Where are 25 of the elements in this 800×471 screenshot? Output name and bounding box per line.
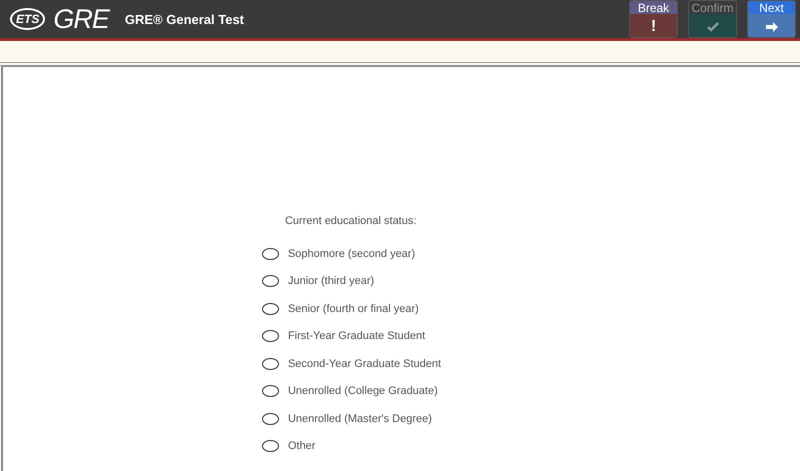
option-label: Sophomore (second year) <box>288 248 416 260</box>
radio-button[interactable] <box>262 358 279 370</box>
next-button[interactable]: Next <box>747 0 796 38</box>
radio-button[interactable] <box>262 302 279 315</box>
arrow-icon <box>764 20 778 32</box>
option-label: Unenrolled (Master's Degree) <box>288 412 432 425</box>
radio-button[interactable] <box>262 248 279 260</box>
radio-button[interactable] <box>262 440 279 452</box>
radio-button[interactable] <box>262 385 279 398</box>
exclamation-icon: ! <box>630 16 677 37</box>
radio-button[interactable] <box>262 275 279 288</box>
option-label: Other <box>288 440 316 452</box>
test-title: GRE® General Test <box>124 12 244 26</box>
checkmark-icon <box>706 22 718 32</box>
break-button[interactable]: Break ! <box>629 0 678 38</box>
ets-logo: ETS <box>10 8 46 30</box>
option-label: Senior (fourth or final year) <box>288 302 419 315</box>
radio-button[interactable] <box>262 330 279 342</box>
option-label: Unenrolled (College Graduate) <box>288 385 438 398</box>
option-label: Junior (third year) <box>288 275 374 288</box>
gre-logo: GRE <box>53 4 109 34</box>
option-label: Second-Year Graduate Student <box>288 358 442 370</box>
question-prompt: Current educational status: <box>284 215 418 227</box>
radio-button[interactable] <box>262 412 279 425</box>
option-label: First-Year Graduate Student <box>288 330 426 342</box>
